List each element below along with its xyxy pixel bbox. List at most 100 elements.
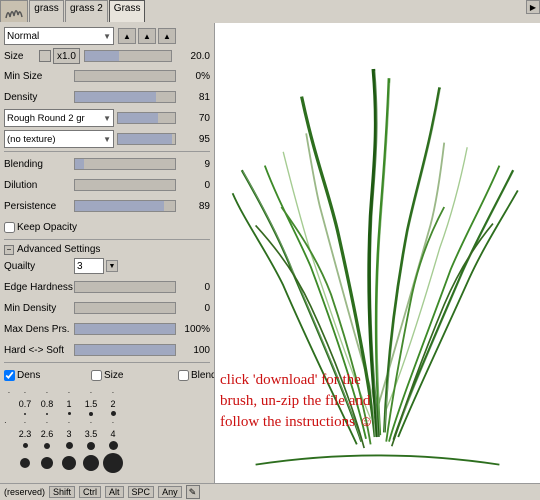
dot-07[interactable] xyxy=(24,413,26,415)
shift-btn[interactable]: Shift xyxy=(49,486,75,498)
blend-checkbox[interactable] xyxy=(178,370,189,381)
brush-size-values-row1: 0.7 0.8 1 1.5 2 xyxy=(4,398,210,410)
hard-soft-slider[interactable] xyxy=(74,344,176,356)
dot-large2[interactable] xyxy=(41,457,53,469)
blend-icons: ▲ ▲ ▲ xyxy=(118,28,176,44)
val-26: 2.6 xyxy=(36,429,58,439)
val-3: 3 xyxy=(58,429,80,439)
val-1: 1 xyxy=(58,399,80,409)
brush-shape-dropdown[interactable]: Rough Round 2 gr ▼ xyxy=(4,109,114,127)
max-dens-row: Max Dens Prs. 100% xyxy=(4,320,210,338)
dot-4[interactable] xyxy=(109,441,118,450)
tab-scroll-right[interactable]: ▶ xyxy=(526,0,540,14)
val-23: 2.3 xyxy=(14,429,36,439)
blending-slider[interactable] xyxy=(74,158,176,170)
min-size-slider[interactable] xyxy=(74,70,176,82)
persistence-value: 89 xyxy=(178,201,210,212)
status-bar: (reserved) Shift Ctrl Alt SPC Any ✎ xyxy=(0,483,540,500)
texture-slider[interactable] xyxy=(117,133,176,145)
max-dens-value: 100% xyxy=(178,324,210,335)
dilution-slider[interactable] xyxy=(74,179,176,191)
dot-large1[interactable] xyxy=(20,458,30,468)
tab-grass[interactable]: grass xyxy=(29,0,64,22)
dot-23[interactable] xyxy=(23,443,28,448)
persistence-label: Persistence xyxy=(4,201,74,212)
size-slider[interactable] xyxy=(84,50,172,62)
blend-mode-arrow: ▼ xyxy=(103,32,111,41)
left-panel: Normal ▼ ▲ ▲ ▲ Size x1.0 20.0 xyxy=(0,23,215,483)
brush-size-labels-row2: · · · · · · xyxy=(4,417,210,428)
val-15: 1.5 xyxy=(80,399,102,409)
alt-btn[interactable]: Alt xyxy=(105,486,124,498)
hard-soft-row: Hard <-> Soft 100 xyxy=(4,341,210,359)
tab-grass-active[interactable]: Grass xyxy=(109,0,146,22)
dens-checkbox[interactable] xyxy=(4,370,15,381)
dot-08[interactable] xyxy=(46,413,48,415)
quality-row: Quailty 3 ▼ xyxy=(4,257,210,275)
min-size-label: Min Size xyxy=(4,71,74,82)
blend-mode-dropdown[interactable]: Normal ▼ xyxy=(4,27,114,45)
brush-size-labels-row1: · · · · · · xyxy=(4,387,210,398)
dot-1[interactable] xyxy=(68,412,71,415)
icon-fade[interactable]: ▲ xyxy=(118,28,136,44)
blending-value: 9 xyxy=(178,159,210,170)
grass-svg xyxy=(215,23,540,483)
size-label-15: · xyxy=(80,388,102,397)
density-label: Density xyxy=(4,92,74,103)
advanced-toggle-icon[interactable]: − xyxy=(4,245,14,255)
size-label-2: · xyxy=(102,388,124,397)
blending-row: Blending 9 xyxy=(4,155,210,173)
brush-size-values-row2: 2.3 2.6 3 3.5 4 xyxy=(4,428,210,440)
blend-mode-row: Normal ▼ ▲ ▲ ▲ xyxy=(4,27,210,45)
icon-fill[interactable]: ▲ xyxy=(138,28,156,44)
dot-3[interactable] xyxy=(66,442,73,449)
advanced-settings-header[interactable]: − Advanced Settings xyxy=(4,244,210,255)
dilution-row: Dilution 0 xyxy=(4,176,210,194)
brush-dots-row2 xyxy=(4,440,210,451)
dot-35[interactable] xyxy=(87,442,95,450)
size-label-1: · xyxy=(58,388,80,397)
dot-15[interactable] xyxy=(89,412,93,416)
dilution-label: Dilution xyxy=(4,180,74,191)
tab-grass2[interactable]: grass 2 xyxy=(65,0,108,22)
max-dens-slider[interactable] xyxy=(74,323,176,335)
dot-large5-selected[interactable] xyxy=(103,453,123,473)
size-multiplier[interactable]: x1.0 xyxy=(53,48,80,64)
ctrl-btn[interactable]: Ctrl xyxy=(79,486,101,498)
brush-shape-arrow: ▼ xyxy=(103,114,111,123)
texture-dropdown[interactable]: (no texture) ▼ xyxy=(4,130,114,148)
canvas-area: click 'download' for the brush, un-zip t… xyxy=(215,23,540,483)
edge-hardness-row: Edge Hardness 0 xyxy=(4,278,210,296)
quality-value-box: 3 xyxy=(74,258,104,274)
dot-large3[interactable] xyxy=(62,456,76,470)
keep-opacity-label: Keep Opacity xyxy=(17,222,87,233)
dot-2[interactable] xyxy=(111,411,116,416)
density-slider[interactable] xyxy=(74,91,176,103)
size-lock-icon[interactable] xyxy=(39,50,51,62)
brush-shape-slider[interactable] xyxy=(117,112,176,124)
keep-opacity-checkbox[interactable] xyxy=(4,222,15,233)
dot-26[interactable] xyxy=(44,443,50,449)
divider2 xyxy=(4,239,210,240)
min-density-slider[interactable] xyxy=(74,302,176,314)
keep-opacity-row: Keep Opacity xyxy=(4,218,210,236)
dens-checkbox-label: Dens xyxy=(17,370,87,381)
val-35: 3.5 xyxy=(80,429,102,439)
persistence-row: Persistence 89 xyxy=(4,197,210,215)
icon-hard[interactable]: ▲ xyxy=(158,28,176,44)
min-size-value: 0% xyxy=(178,71,210,82)
size-row: Size x1.0 20.0 xyxy=(4,48,210,64)
size-checkbox[interactable] xyxy=(91,370,102,381)
hair-icon-tab[interactable] xyxy=(0,0,28,22)
any-btn[interactable]: Any xyxy=(158,486,182,498)
val-08: 0.8 xyxy=(36,399,58,409)
stabilizer-row: Dens Size Blend xyxy=(4,366,210,384)
texture-value: 95 xyxy=(178,134,210,145)
edit-icon[interactable]: ✎ xyxy=(186,485,200,499)
quality-dropdown-btn[interactable]: ▼ xyxy=(106,260,118,272)
val-07: 0.7 xyxy=(14,399,36,409)
spc-btn[interactable]: SPC xyxy=(128,486,155,498)
persistence-slider[interactable] xyxy=(74,200,176,212)
edge-hardness-slider[interactable] xyxy=(74,281,176,293)
dot-large4[interactable] xyxy=(83,455,99,471)
